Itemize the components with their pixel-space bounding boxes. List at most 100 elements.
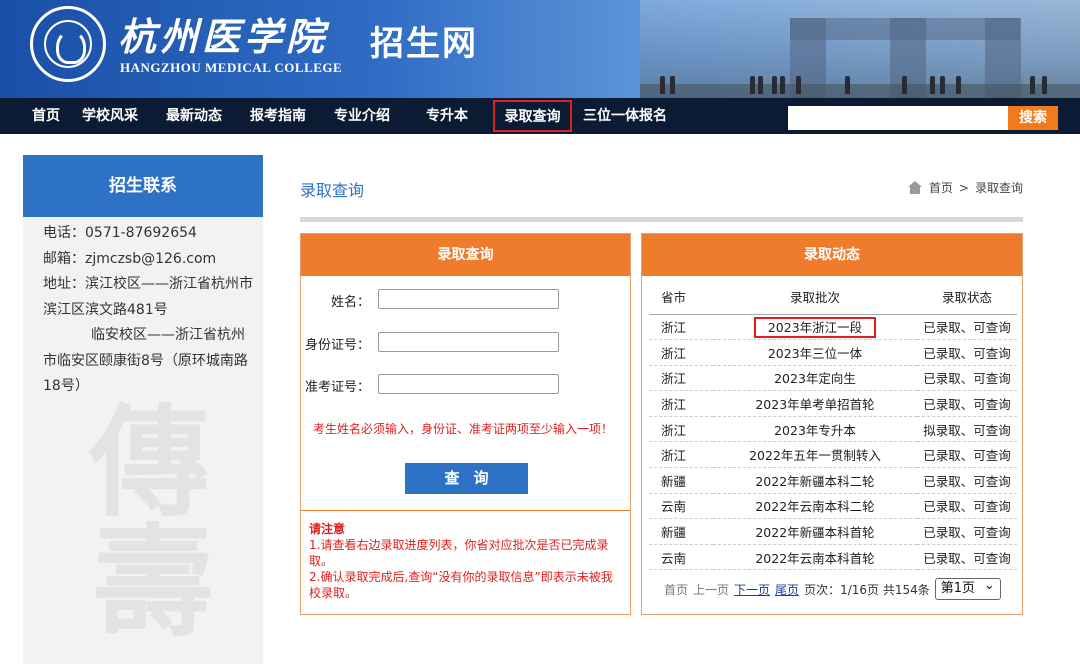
- table-row[interactable]: 浙江 2023年浙江一段 已录取、可查询: [649, 314, 1017, 341]
- divider: [300, 217, 1023, 222]
- input-warning: 考生姓名必须输入，身份证、准考证两项至少输入一项！: [313, 422, 614, 436]
- province-cell: 浙江: [649, 441, 713, 469]
- sidebar-title: 招生联系: [23, 155, 263, 217]
- batch-cell[interactable]: 2022年五年一贯制转入: [713, 441, 917, 469]
- status-cell: 已录取、可查询: [917, 493, 1017, 520]
- pagination: 首页 上一页 下一页 尾页 页次：1/16页 共154条 第1页: [664, 576, 1001, 600]
- table-row[interactable]: 云南 2022年云南本科二轮 已录取、可查询: [649, 493, 1017, 520]
- status-cell: 已录取、可查询: [917, 339, 1017, 366]
- batch-cell[interactable]: 2023年定向生: [713, 365, 917, 392]
- contact-info: 电话：0571-87692654 邮箱：zjmczsb@126.com 地址：滨…: [23, 217, 263, 400]
- status-cell: 已录取、可查询: [917, 314, 1017, 341]
- exam-number-input[interactable]: [378, 374, 559, 394]
- search-button[interactable]: 搜索: [1008, 106, 1058, 130]
- batch-cell[interactable]: 2022年新疆本科首轮: [713, 518, 917, 545]
- contact-address: 地址：滨江校区——浙江省杭州市: [43, 276, 253, 292]
- province-cell: 浙江: [649, 339, 713, 366]
- table-row[interactable]: 新疆 2022年新疆本科首轮 已录取、可查询: [649, 518, 1017, 545]
- school-english-name: HANGZHOU MEDICAL COLLEGE: [120, 60, 343, 75]
- pager-last-link[interactable]: 尾页: [775, 581, 799, 598]
- contact-address: 18号）: [43, 378, 89, 394]
- table-header-row: 省市 录取批次 录取状态: [649, 280, 1017, 315]
- exam-label: 准考证号：: [304, 380, 370, 395]
- page-select[interactable]: 第1页: [934, 576, 1001, 600]
- campus-gate-photo: [640, 0, 1080, 98]
- column-header: 省市: [649, 280, 713, 315]
- school-name: 杭州医学院: [118, 14, 329, 59]
- nav-item-majors[interactable]: 专业介绍: [332, 98, 392, 134]
- main-content: 录取查询 首页 > 录取查询 录取查询 姓名： 身份证号： 准考证号： 考生姓名…: [300, 155, 1023, 664]
- pager-info: 页次：1/16页 共154条: [804, 582, 930, 597]
- batch-cell[interactable]: 2023年浙江一段: [713, 314, 917, 341]
- contact-address: 临安校区——浙江省杭州: [91, 327, 245, 343]
- status-cell: 已录取、可查询: [917, 390, 1017, 417]
- batch-cell[interactable]: 2022年云南本科首轮: [713, 544, 917, 571]
- batch-cell[interactable]: 2022年新疆本科二轮: [713, 467, 917, 494]
- id-label: 身份证号：: [304, 338, 370, 353]
- query-panel: 录取查询 姓名： 身份证号： 准考证号： 考生姓名必须输入，身份证、准考证两项至…: [300, 233, 631, 615]
- site-name: 招生网: [370, 24, 478, 64]
- header-banner: 杭州医学院 HANGZHOU MEDICAL COLLEGE 招生网: [0, 0, 1080, 98]
- pager-prev: 上一页: [693, 582, 730, 597]
- query-panel-title: 录取查询: [301, 234, 630, 276]
- contact-sidebar: 招生联系 傳 壽 电话：0571-87692654 邮箱：zjmczsb@126…: [23, 155, 263, 664]
- breadcrumb: 首页 > 录取查询: [907, 179, 1023, 196]
- province-cell: 云南: [649, 544, 713, 571]
- table-row[interactable]: 浙江 2023年专升本 拟录取、可查询: [649, 416, 1017, 443]
- nav-item-upgrade[interactable]: 专升本: [424, 98, 470, 134]
- province-cell: 浙江: [649, 416, 713, 443]
- breadcrumb-home[interactable]: 首页: [929, 179, 953, 196]
- batch-cell[interactable]: 2022年云南本科二轮: [713, 493, 917, 520]
- page-title: 录取查询: [300, 181, 365, 200]
- exam-row: 准考证号：: [301, 374, 632, 396]
- status-cell: 已录取、可查询: [917, 544, 1017, 571]
- search-input[interactable]: [788, 106, 1008, 130]
- notice-box: 请注意 1.请查看右边录取进度列表，你省对应批次是否已完成录取。 2.确认录取完…: [301, 510, 630, 615]
- pager-first: 首页: [664, 582, 689, 597]
- query-button[interactable]: 查询: [405, 463, 528, 494]
- home-icon: [907, 181, 923, 194]
- status-cell: 已录取、可查询: [917, 467, 1017, 494]
- nav-item-home[interactable]: 首页: [30, 98, 62, 134]
- status-cell: 拟录取、可查询: [917, 416, 1017, 443]
- name-input[interactable]: [378, 289, 559, 309]
- name-row: 姓名：: [301, 289, 632, 311]
- nav-item-guide[interactable]: 报考指南: [248, 98, 308, 134]
- column-header: 录取状态: [917, 280, 1017, 315]
- batch-cell[interactable]: 2023年专升本: [713, 416, 917, 443]
- nav-item-news[interactable]: 最新动态: [164, 98, 224, 134]
- province-cell: 新疆: [649, 518, 713, 545]
- batch-cell[interactable]: 2023年单考单招首轮: [713, 390, 917, 417]
- calligraphy-watermark: 壽: [93, 512, 213, 653]
- batch-cell[interactable]: 2023年三位一体: [713, 339, 917, 366]
- notice-item: 1.请查看右边录取进度列表，你省对应批次是否已完成录取。: [309, 538, 609, 568]
- pager-next-link[interactable]: 下一页: [734, 581, 770, 598]
- table-row[interactable]: 浙江 2023年单考单招首轮 已录取、可查询: [649, 390, 1017, 417]
- school-logo: [30, 6, 106, 82]
- contact-phone: 电话：0571-87692654: [43, 225, 197, 241]
- table-row[interactable]: 浙江 2023年三位一体 已录取、可查询: [649, 339, 1017, 366]
- table-row[interactable]: 浙江 2022年五年一贯制转入 已录取、可查询: [649, 441, 1017, 469]
- nav-item-admission-query[interactable]: 录取查询: [493, 100, 572, 132]
- table-row[interactable]: 新疆 2022年新疆本科二轮 已录取、可查询: [649, 467, 1017, 494]
- province-cell: 浙江: [649, 365, 713, 392]
- status-panel-title: 录取动态: [642, 234, 1022, 276]
- status-cell: 已录取、可查询: [917, 518, 1017, 545]
- admission-status-panel: 录取动态 省市 录取批次 录取状态 浙江 2023年浙江一段 已录取、可查询 浙…: [641, 233, 1023, 615]
- nav-item-campus[interactable]: 学校风采: [80, 98, 140, 134]
- id-number-input[interactable]: [378, 332, 559, 352]
- nav-item-three-in-one[interactable]: 三位一体报名: [580, 98, 670, 134]
- name-label: 姓名：: [330, 295, 370, 310]
- contact-address: 市临安区颐康街8号（原环城南路: [43, 352, 248, 369]
- status-cell: 已录取、可查询: [917, 365, 1017, 392]
- table-row[interactable]: 云南 2022年云南本科首轮 已录取、可查询: [649, 544, 1017, 571]
- notice-item: 2.确认录取完成后,查询“没有你的录取信息”即表示未被我校录取。: [309, 570, 613, 600]
- column-header: 录取批次: [713, 280, 917, 315]
- province-cell: 云南: [649, 493, 713, 520]
- breadcrumb-current: 录取查询: [974, 181, 1023, 195]
- contact-email: 邮箱：zjmczsb@126.com: [43, 250, 217, 267]
- id-row: 身份证号：: [301, 332, 632, 354]
- province-cell: 新疆: [649, 467, 713, 494]
- table-row[interactable]: 浙江 2023年定向生 已录取、可查询: [649, 365, 1017, 392]
- batch-cell-highlight[interactable]: 2023年浙江一段: [753, 317, 877, 339]
